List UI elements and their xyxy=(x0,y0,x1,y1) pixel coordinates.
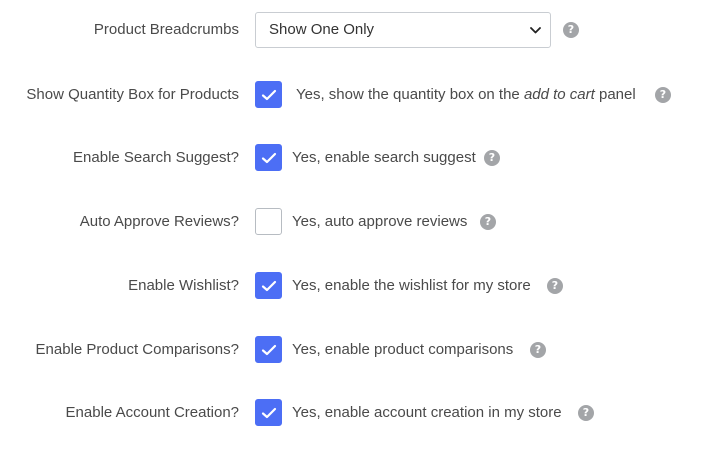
setting-row-quantity-box: Show Quantity Box for Products Yes, show… xyxy=(0,77,701,113)
auto-approve-checkbox[interactable] xyxy=(255,208,282,235)
wishlist-option-text: Yes, enable the wishlist for my store xyxy=(292,277,531,294)
help-icon[interactable]: ? xyxy=(655,87,671,103)
account-creation-option-text: Yes, enable account creation in my store xyxy=(292,404,562,421)
setting-row-breadcrumbs: Product Breadcrumbs Show One Only ? xyxy=(0,12,701,48)
chevron-down-icon xyxy=(530,13,541,47)
setting-row-search-suggest: Enable Search Suggest? Yes, enable searc… xyxy=(0,140,701,176)
help-icon[interactable]: ? xyxy=(563,22,579,38)
help-icon[interactable]: ? xyxy=(530,342,546,358)
comparisons-option-text: Yes, enable product comparisons xyxy=(292,341,514,358)
quantity-box-option-text: Yes, show the quantity box on the add to… xyxy=(296,86,636,103)
breadcrumbs-select[interactable]: Show One Only xyxy=(255,12,551,48)
quantity-box-checkbox[interactable] xyxy=(255,81,282,108)
quantity-box-label: Show Quantity Box for Products xyxy=(26,86,239,103)
auto-approve-option-text: Yes, auto approve reviews xyxy=(292,213,468,230)
checkmark-icon xyxy=(261,407,277,419)
help-icon[interactable]: ? xyxy=(480,214,496,230)
quantity-box-emphasis: add to cart xyxy=(523,86,595,103)
account-creation-label: Enable Account Creation? xyxy=(65,404,239,421)
wishlist-label: Enable Wishlist? xyxy=(128,277,239,294)
help-icon[interactable]: ? xyxy=(484,150,500,166)
search-suggest-option-text: Yes, enable search suggest xyxy=(292,149,476,166)
checkmark-icon xyxy=(261,344,277,356)
checkmark-icon xyxy=(261,152,277,164)
checkmark-icon xyxy=(261,89,277,101)
setting-row-wishlist: Enable Wishlist? Yes, enable the wishlis… xyxy=(0,268,701,304)
comparisons-checkbox[interactable] xyxy=(255,336,282,363)
help-icon[interactable]: ? xyxy=(547,278,563,294)
help-icon[interactable]: ? xyxy=(578,405,594,421)
breadcrumbs-label: Product Breadcrumbs xyxy=(93,21,239,38)
breadcrumbs-selected-value: Show One Only xyxy=(269,21,375,38)
search-suggest-label: Enable Search Suggest? xyxy=(73,149,239,166)
setting-row-auto-approve: Auto Approve Reviews? Yes, auto approve … xyxy=(0,204,701,240)
account-creation-checkbox[interactable] xyxy=(255,399,282,426)
auto-approve-label: Auto Approve Reviews? xyxy=(79,213,239,230)
search-suggest-checkbox[interactable] xyxy=(255,144,282,171)
comparisons-label: Enable Product Comparisons? xyxy=(35,341,239,358)
setting-row-comparisons: Enable Product Comparisons? Yes, enable … xyxy=(0,332,701,368)
setting-row-account-creation: Enable Account Creation? Yes, enable acc… xyxy=(0,395,701,431)
wishlist-checkbox[interactable] xyxy=(255,272,282,299)
checkmark-icon xyxy=(261,280,277,292)
